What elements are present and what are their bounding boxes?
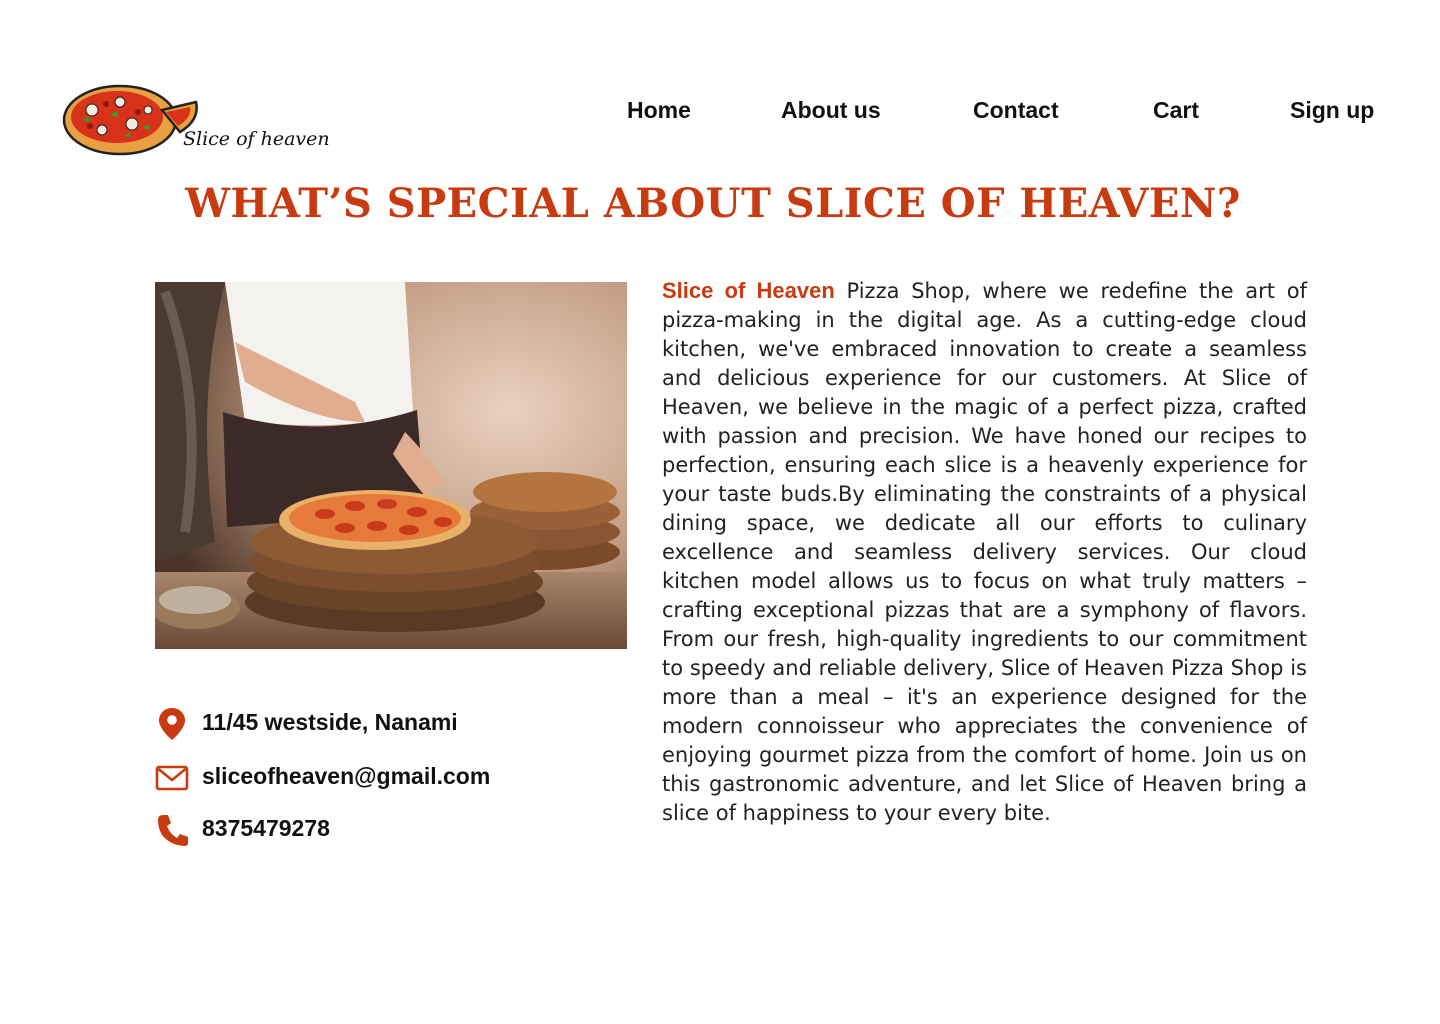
page-headline: WHAT’S SPECIAL ABOUT SLICE OF HEAVEN? <box>185 180 1241 227</box>
nav-contact-link[interactable]: Contact <box>973 97 1059 124</box>
map-pin-icon <box>159 708 185 740</box>
about-paragraph: Slice of Heaven Pizza Shop, where we red… <box>662 276 1307 828</box>
email-text[interactable]: sliceofheaven@gmail.com <box>202 763 490 790</box>
nav-signup-link[interactable]: Sign up <box>1290 97 1374 124</box>
nav-home-link[interactable]: Home <box>627 97 691 124</box>
chef-pizza-photo <box>155 282 627 649</box>
nav-about-link[interactable]: About us <box>781 97 881 124</box>
address-text: 11/45 westside, Nanami <box>202 709 458 735</box>
logo-wordmark: Slice of heaven <box>183 128 330 150</box>
contact-email[interactable]: sliceofheaven@gmail.com <box>155 760 595 796</box>
contact-address: 11/45 westside, Nanami <box>155 706 595 742</box>
contact-phone[interactable]: 8375479278 <box>155 812 595 848</box>
pizza-logo-icon <box>62 84 198 156</box>
brand-logo[interactable]: Slice of heaven <box>62 80 342 160</box>
envelope-icon <box>155 765 189 791</box>
phone-icon <box>158 815 188 846</box>
about-body-text: Pizza Shop, where we redefine the art of… <box>662 279 1307 825</box>
phone-text[interactable]: 8375479278 <box>202 815 330 842</box>
about-brand-name: Slice of Heaven <box>662 278 835 303</box>
nav-cart-link[interactable]: Cart <box>1153 97 1199 124</box>
